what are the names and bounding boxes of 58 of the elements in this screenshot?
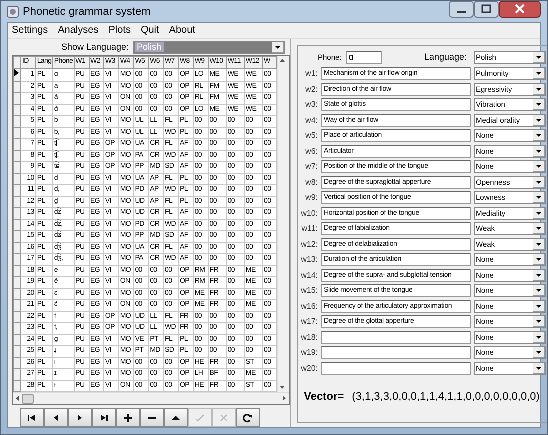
feature-label: w10: bbox=[300, 208, 319, 218]
scrollbar-thumb[interactable] bbox=[22, 394, 34, 404]
feature-label: w18: bbox=[300, 332, 319, 342]
refresh-button[interactable] bbox=[236, 408, 260, 427]
show-language-label: Show Language: bbox=[61, 42, 129, 52]
first-button[interactable] bbox=[20, 408, 44, 427]
feature-label: w14: bbox=[300, 270, 319, 280]
feature-label: w20: bbox=[300, 364, 319, 373]
vector-value: (3,1,3,3,0,0,0,1,1,4,1,1,0,0,0,0,0,0,0,0) bbox=[352, 391, 540, 403]
feature-label: w17: bbox=[300, 317, 319, 326]
plus-icon bbox=[122, 412, 134, 422]
vector-label: Vector= bbox=[304, 391, 344, 403]
feature-label: w13: bbox=[300, 255, 319, 264]
feature-name-field[interactable] bbox=[321, 346, 471, 360]
feature-label: w5: bbox=[304, 131, 319, 140]
feature-name-field[interactable] bbox=[321, 330, 471, 344]
close-button[interactable] bbox=[499, 1, 541, 18]
feature-name-field[interactable] bbox=[321, 362, 471, 375]
menu-item[interactable]: Quit bbox=[140, 25, 160, 36]
app-icon bbox=[7, 6, 19, 18]
feature-label: w3: bbox=[304, 100, 319, 110]
feature-label: w4: bbox=[304, 116, 319, 125]
maximize-button[interactable] bbox=[474, 1, 499, 18]
insert-button[interactable] bbox=[116, 408, 140, 427]
feature-label: w1: bbox=[304, 69, 319, 78]
menu-item[interactable]: Analyses bbox=[58, 25, 99, 36]
edit-button[interactable] bbox=[164, 408, 188, 427]
checkmark-icon bbox=[194, 412, 206, 422]
menu-item[interactable]: About bbox=[169, 25, 196, 36]
feature-label: w19: bbox=[300, 348, 319, 358]
menu-item[interactable]: Plots bbox=[108, 25, 131, 36]
prior-button[interactable] bbox=[44, 408, 68, 427]
window-title: Phonetic grammar system bbox=[23, 6, 151, 18]
skip-last-icon bbox=[98, 412, 110, 422]
current-row-icon bbox=[14, 68, 19, 76]
feature-label: w12: bbox=[300, 240, 319, 249]
feature-label: w11: bbox=[300, 224, 319, 234]
skip-first-icon bbox=[26, 412, 38, 422]
phone-field[interactable]: ɑ bbox=[346, 50, 382, 64]
dropdown-arrow-icon bbox=[272, 42, 284, 52]
language-label: Language: bbox=[424, 52, 467, 62]
feature-label: w15: bbox=[300, 286, 319, 296]
refresh-icon bbox=[242, 412, 254, 422]
vertical-scrollbar[interactable] bbox=[277, 56, 289, 392]
menu-item[interactable]: Settings bbox=[12, 25, 48, 36]
feature-label: w6: bbox=[304, 146, 319, 156]
delete-button[interactable] bbox=[140, 408, 164, 427]
last-button[interactable] bbox=[92, 408, 116, 427]
feature-label: w2: bbox=[304, 84, 319, 94]
feature-label: w8: bbox=[304, 178, 319, 187]
horizontal-scrollbar[interactable] bbox=[13, 392, 289, 404]
cross-icon bbox=[218, 412, 230, 422]
feature-label: w9: bbox=[304, 193, 319, 202]
row-indicator[interactable] bbox=[14, 68, 21, 81]
feature-label: w16: bbox=[300, 302, 319, 311]
minimize-button[interactable] bbox=[449, 1, 474, 18]
feature-label: w7: bbox=[304, 162, 319, 172]
next-button[interactable] bbox=[68, 408, 92, 427]
